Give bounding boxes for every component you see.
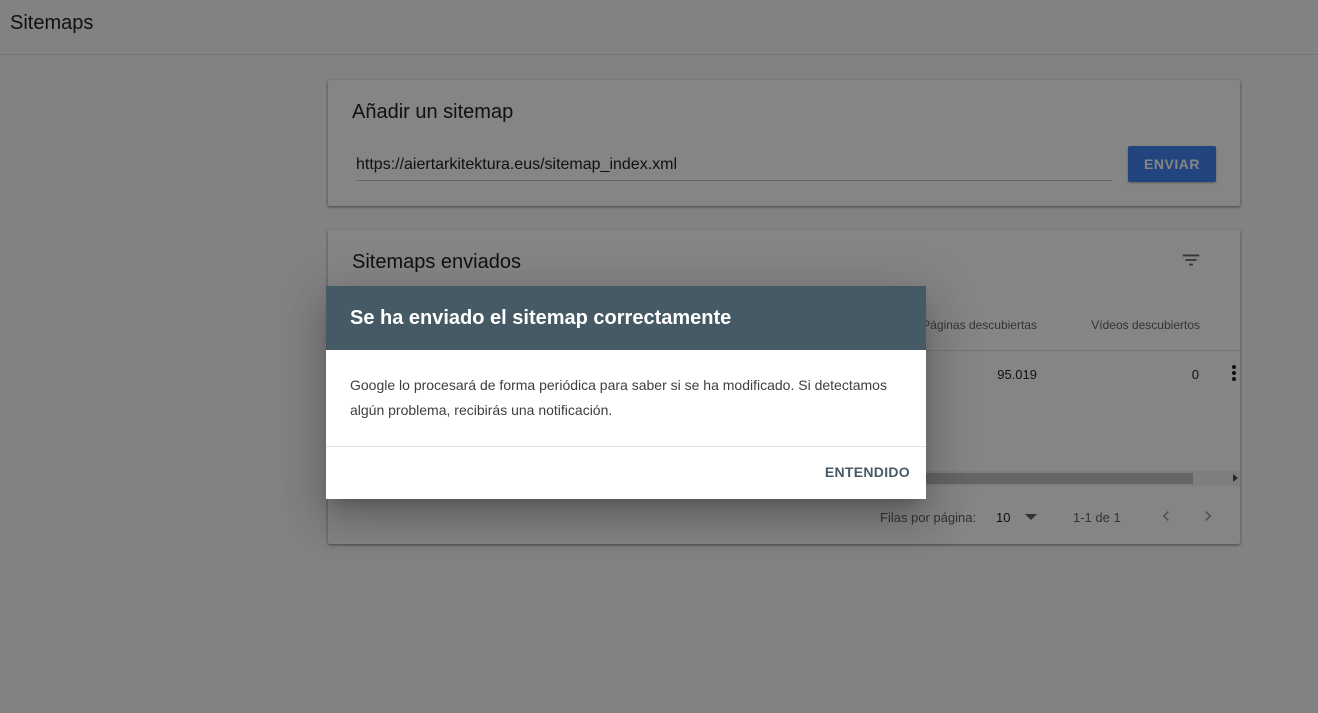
understood-button[interactable]: ENTENDIDO xyxy=(817,456,918,488)
dialog-header: Se ha enviado el sitemap correctamente xyxy=(326,286,926,350)
dialog-message: Google lo procesará de forma periódica p… xyxy=(350,377,887,418)
dialog-title: Se ha enviado el sitemap correctamente xyxy=(350,307,732,329)
success-dialog: Se ha enviado el sitemap correctamente G… xyxy=(326,286,926,499)
dialog-divider xyxy=(326,446,926,447)
